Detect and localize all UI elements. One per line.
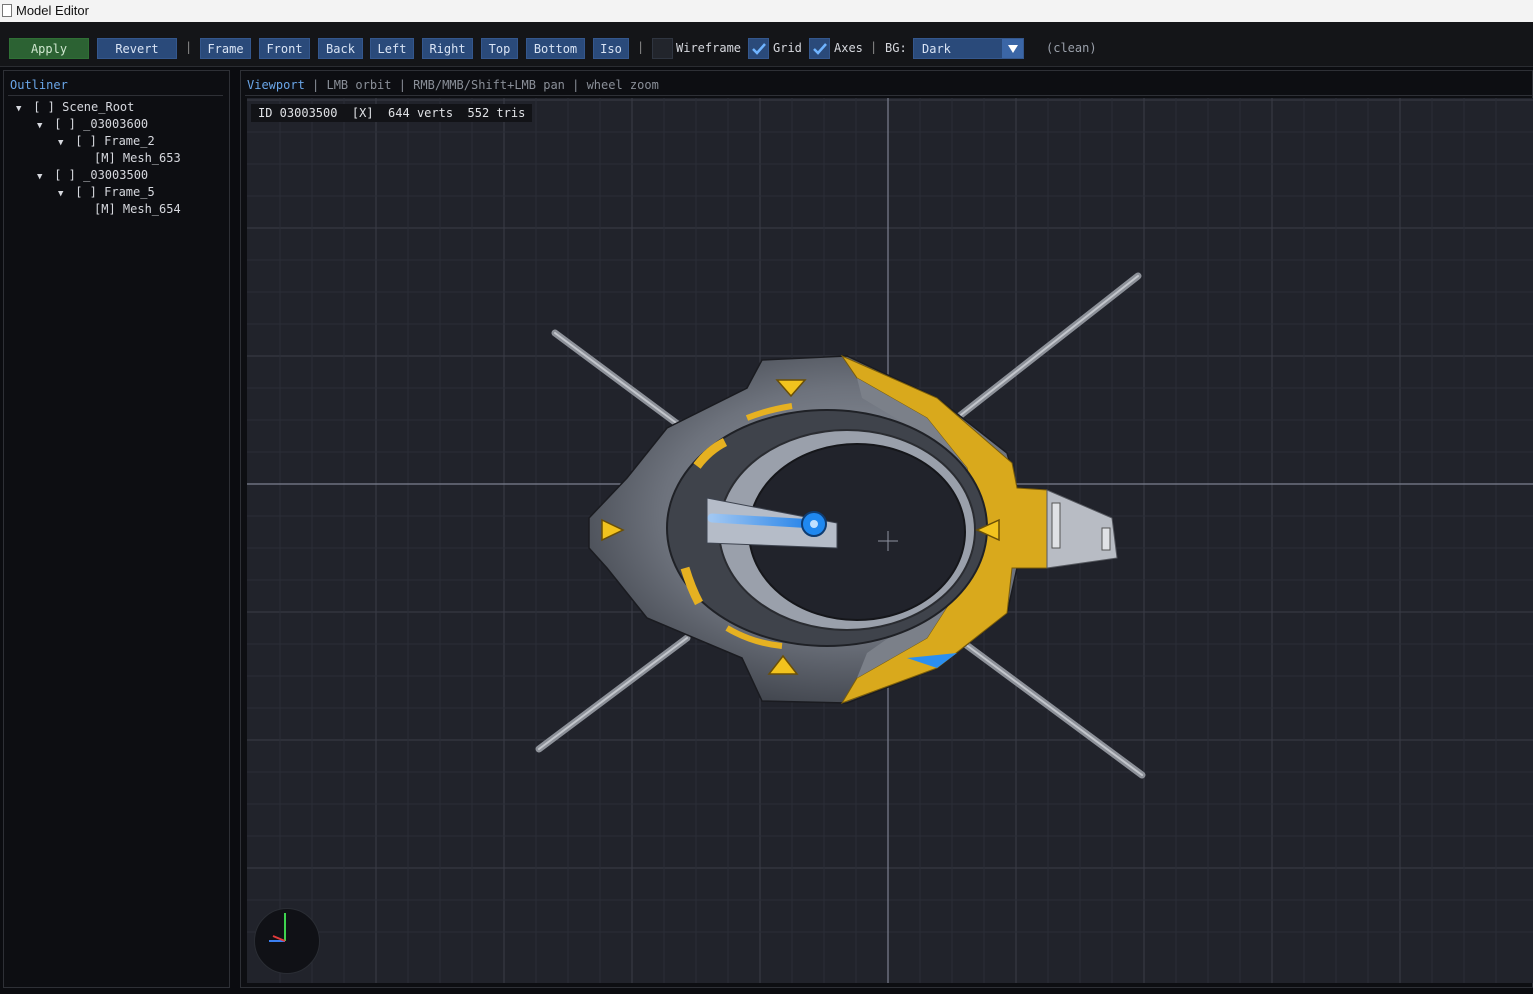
apply-button[interactable]: Apply: [9, 38, 89, 59]
axes-gizmo-icon: [269, 913, 286, 942]
view-bottom-button[interactable]: Bottom: [526, 38, 585, 59]
window-title: Model Editor: [16, 3, 89, 18]
viewport-header: Viewport | LMB orbit | RMB/MMB/Shift+LMB…: [247, 78, 659, 92]
tree-item-scene-root[interactable]: ▼ [ ] Scene_Root: [16, 100, 134, 114]
tree-item-mesh-654[interactable]: [M] Mesh_654: [94, 202, 181, 216]
model-info-overlay: ID 03003500 [X] 644 verts 552 tris: [251, 104, 533, 122]
grid-checkbox[interactable]: [748, 38, 769, 59]
bg-select-arrow[interactable]: [1002, 39, 1023, 58]
viewport-canvas[interactable]: ID 03003500 [X] 644 verts 552 tris: [247, 98, 1533, 983]
expand-arrow-icon[interactable]: ▼: [37, 121, 47, 131]
expand-arrow-icon[interactable]: ▼: [58, 138, 68, 148]
view-right-button[interactable]: Right: [422, 38, 473, 59]
axes-label: Axes: [834, 41, 863, 55]
viewport-panel: Viewport | LMB orbit | RMB/MMB/Shift+LMB…: [240, 70, 1533, 988]
outliner-panel: Outliner ▼ [ ] Scene_Root ▼ [ ] _0300360…: [3, 70, 230, 988]
view-frame-button[interactable]: Frame: [200, 38, 251, 59]
checkmark-icon: [752, 43, 766, 55]
tree-item-03003600[interactable]: ▼ [ ] _03003600: [37, 117, 148, 131]
tree-item-frame-5[interactable]: ▼ [ ] Frame_5: [58, 185, 155, 199]
viewport-title: Viewport: [247, 78, 305, 92]
revert-button[interactable]: Revert: [97, 38, 177, 59]
title-bar: Model Editor: [0, 0, 1533, 22]
view-front-button[interactable]: Front: [259, 38, 310, 59]
toolbar-separator: |: [870, 40, 878, 54]
grid-label: Grid: [773, 41, 802, 55]
triangle-down-icon: [1008, 45, 1018, 53]
expand-arrow-icon[interactable]: ▼: [58, 189, 68, 199]
bg-label: BG:: [885, 41, 907, 55]
axes-gizmo[interactable]: [254, 908, 320, 974]
wireframe-label: Wireframe: [676, 41, 742, 55]
toolbar-separator: |: [637, 40, 645, 54]
viewport-scene: [247, 98, 1533, 983]
view-back-button[interactable]: Back: [318, 38, 363, 59]
app-icon: [2, 4, 12, 17]
view-iso-button[interactable]: Iso: [593, 38, 629, 59]
wireframe-checkbox[interactable]: [652, 38, 673, 59]
view-left-button[interactable]: Left: [370, 38, 414, 59]
viewport-controls-hint: | LMB orbit | RMB/MMB/Shift+LMB pan | wh…: [312, 78, 659, 92]
document-status: (clean): [1046, 41, 1097, 55]
expand-arrow-icon[interactable]: ▼: [37, 172, 47, 182]
bg-select[interactable]: Dark: [913, 38, 1024, 59]
expand-arrow-icon[interactable]: ▼: [16, 104, 26, 114]
tree-item-mesh-653[interactable]: [M] Mesh_653: [94, 151, 181, 165]
toolbar-separator: |: [185, 40, 193, 54]
tree-item-frame-2[interactable]: ▼ [ ] Frame_2: [58, 134, 155, 148]
bg-select-value: Dark: [922, 42, 951, 56]
view-top-button[interactable]: Top: [481, 38, 518, 59]
toolbar: Apply Revert | Frame Front Back Left Rig…: [0, 22, 1533, 67]
axes-checkbox[interactable]: [809, 38, 830, 59]
outliner-title: Outliner: [10, 78, 68, 92]
checkmark-icon: [813, 43, 827, 55]
viewport-divider: [245, 95, 1532, 96]
outliner-divider: [8, 95, 223, 96]
tree-item-03003500[interactable]: ▼ [ ] _03003500: [37, 168, 148, 182]
